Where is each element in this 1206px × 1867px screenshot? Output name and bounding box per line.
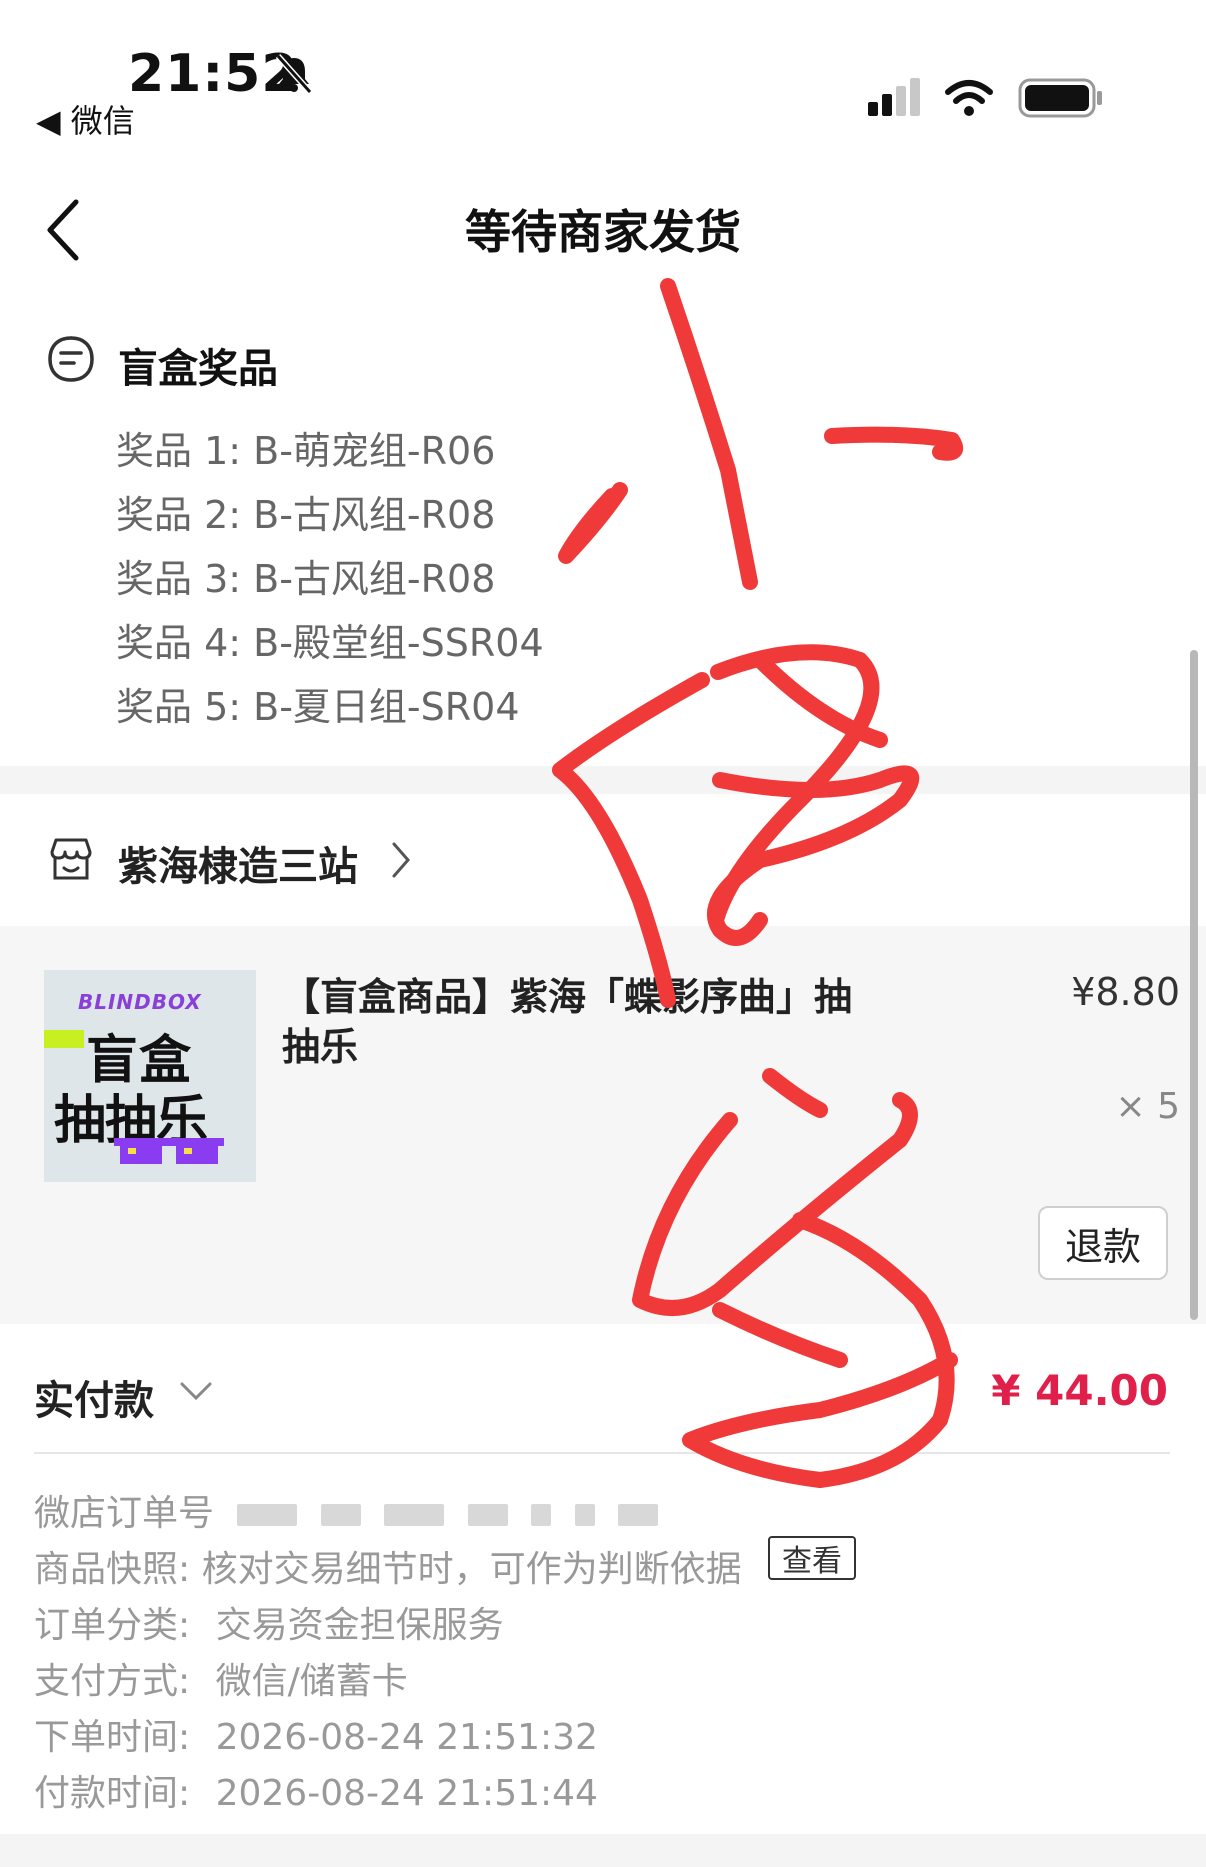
product-title[interactable]: 【盲盒商品】紫海「蝶影序曲」抽抽乐 [282, 972, 862, 1072]
order-number-label: 微店订单号 [34, 1493, 215, 1534]
wifi-icon [945, 80, 993, 116]
order-time-value: 2026-08-24 21:51:32 [215, 1717, 598, 1758]
category-value: 交易资金担保服务 [215, 1605, 504, 1646]
prize-item: 奖品 4: B-殿堂组-SSR04 [116, 621, 544, 665]
order-time-row: 下单时间: 2026-08-24 21:51:32 [34, 1708, 598, 1760]
thumbnail-accent [44, 1030, 84, 1048]
category-label: 订单分类: [34, 1605, 191, 1646]
chevron-right-icon [392, 842, 410, 878]
order-number-row: 微店订单号 [34, 1484, 659, 1536]
prize-item: 奖品 3: B-古风组-R08 [116, 557, 496, 601]
snapshot-label: 商品快照: [34, 1549, 191, 1590]
view-snapshot-button[interactable]: 查看 [768, 1536, 856, 1580]
pixel-sunglasses-icon [114, 1138, 224, 1164]
scrollbar[interactable] [1190, 650, 1198, 1320]
pay-time-label: 付款时间: [34, 1773, 191, 1814]
prize-item: 奖品 2: B-古风组-R08 [116, 493, 496, 537]
product-quantity: × 5 [1115, 1086, 1180, 1127]
refund-button[interactable]: 退款 [1038, 1206, 1168, 1280]
pay-method-label: 支付方式: [34, 1661, 191, 1702]
redacted-block [618, 1504, 659, 1526]
divider [34, 1452, 1170, 1454]
pay-method-value: 微信/储蓄卡 [215, 1661, 408, 1702]
prize-item: 奖品 1: B-萌宠组-R06 [116, 429, 496, 473]
redacted-block [237, 1504, 298, 1526]
pay-method-row: 支付方式: 微信/储蓄卡 [34, 1652, 408, 1704]
pay-time-row: 付款时间: 2026-08-24 21:51:44 [34, 1764, 598, 1816]
store-icon [50, 838, 92, 880]
bell-muted-icon [275, 54, 313, 94]
back-to-app-link[interactable]: ◀ 微信 [36, 96, 135, 142]
redacted-block [574, 1504, 595, 1526]
prize-item: 奖品 5: B-夏日组-SR04 [116, 685, 520, 729]
prize-list-icon [48, 336, 94, 382]
battery-icon [1018, 78, 1102, 118]
redacted-block [320, 1504, 361, 1526]
product-price: ¥8.80 [1071, 970, 1180, 1014]
thumbnail-tag: BLINDBOX [78, 990, 202, 1014]
category-row: 订单分类: 交易资金担保服务 [34, 1596, 504, 1648]
page-title: 等待商家发货 [465, 205, 741, 259]
paid-amount-label[interactable]: 实付款 [34, 1368, 154, 1426]
snapshot-row: 商品快照: 核对交易细节时，可作为判断依据 [34, 1540, 742, 1592]
cellular-signal-icon [868, 78, 920, 116]
bottom-spacer [0, 1834, 1206, 1867]
prize-section-title: 盲盒奖品 [118, 346, 278, 392]
product-thumbnail[interactable]: BLINDBOX 盲盒 抽抽乐 [44, 970, 256, 1182]
redacted-block [531, 1504, 552, 1526]
redacted-block [467, 1504, 508, 1526]
store-name-link[interactable]: 紫海棣造三站 [118, 834, 358, 892]
pay-time-value: 2026-08-24 21:51:44 [215, 1773, 598, 1814]
redacted-block [384, 1504, 445, 1526]
order-time-label: 下单时间: [34, 1717, 191, 1758]
chevron-down-icon[interactable] [178, 1380, 214, 1404]
section-divider [0, 766, 1206, 794]
paid-amount-value: ¥ 44.00 [991, 1366, 1168, 1415]
snapshot-text: 核对交易细节时，可作为判断依据 [201, 1549, 742, 1590]
